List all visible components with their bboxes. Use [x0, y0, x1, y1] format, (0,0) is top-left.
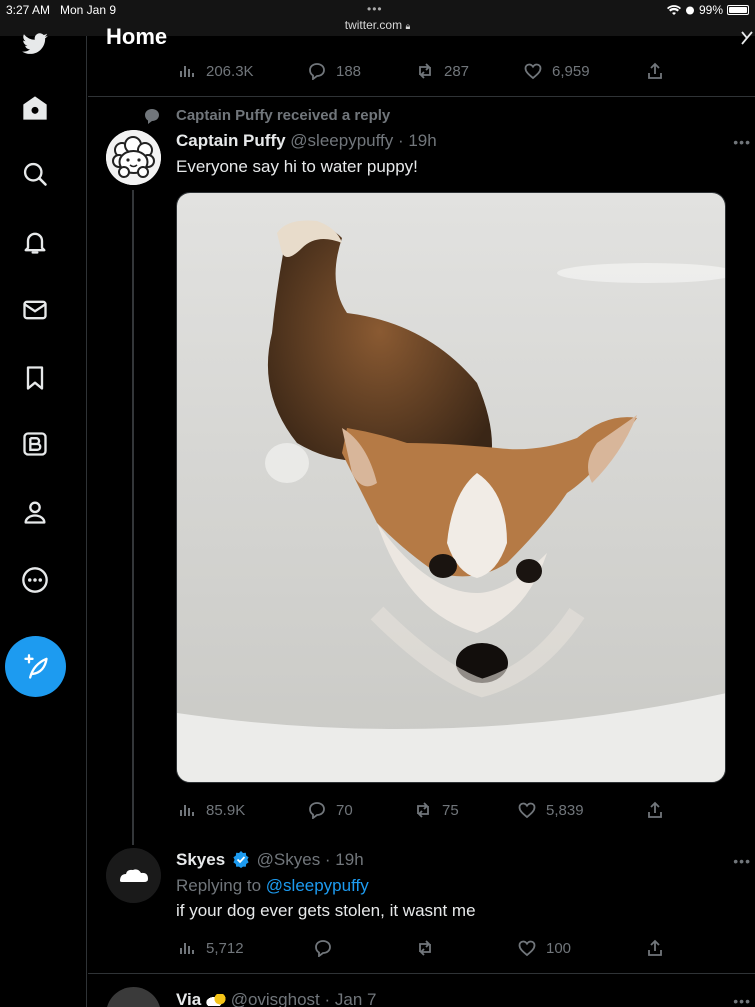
views-count: 5,712 [206, 939, 244, 957]
retweet-button[interactable]: 75 [414, 801, 459, 819]
like-count: 6,959 [552, 62, 590, 80]
retweet-count: 287 [444, 62, 470, 80]
corgi-in-bathtub-image [177, 193, 725, 782]
retweet-button[interactable] [416, 939, 434, 957]
reply-context-icon [145, 109, 159, 124]
reply-count: 188 [336, 62, 362, 80]
tweet-photo[interactable] [176, 192, 726, 783]
cloud-sun-emoji-icon [205, 994, 226, 1006]
retweet-icon [419, 940, 431, 956]
share-button[interactable] [646, 939, 664, 957]
twitter-logo-icon[interactable] [17, 26, 53, 62]
thread-connector [132, 190, 134, 845]
retweet-icon [419, 63, 431, 79]
home-icon[interactable] [17, 90, 53, 126]
retweet-count: 75 [442, 801, 459, 819]
status-date: Mon Jan 9 [60, 3, 117, 17]
display-name[interactable]: Skyes [176, 850, 225, 869]
lock-icon: 🔒︎ [405, 21, 411, 31]
heart-icon [518, 940, 536, 957]
notifications-bell-icon[interactable] [17, 224, 53, 260]
tweet-actions: 85.9K 70 75 5,839 [0, 801, 755, 821]
share-icon [648, 801, 662, 818]
browser-more-icon[interactable]: ••• [367, 2, 383, 16]
avatar[interactable] [106, 848, 161, 903]
sidebar [0, 33, 87, 1007]
alarm-icon [685, 6, 694, 15]
like-button[interactable]: 5,839 [518, 801, 584, 819]
handle-and-time[interactable]: @sleepypuffy · 19h [290, 131, 436, 150]
battery-percent: 99% [698, 3, 723, 17]
avatar[interactable] [106, 130, 161, 185]
replying-to-label: Replying to [176, 876, 266, 895]
battery-icon [727, 5, 749, 15]
search-icon[interactable] [17, 156, 53, 192]
sheep-avatar-icon [106, 130, 161, 185]
tweet-header: Via @ovisghost · Jan 7 [176, 990, 376, 1007]
views-chart-icon [180, 66, 194, 77]
reply-bubble-icon [309, 63, 325, 80]
compose-tweet-button[interactable] [5, 636, 66, 697]
handle-and-time[interactable]: @ovisghost · Jan 7 [231, 990, 377, 1007]
bookmark-icon[interactable] [17, 360, 53, 396]
tweet-actions: 5,712 100 [0, 939, 755, 959]
prev-tweet-actions: 206.3K 188 287 6,959 [0, 62, 755, 82]
divider [88, 973, 755, 974]
views-button[interactable]: 5,712 [178, 939, 244, 957]
sparkle-icon[interactable] [739, 30, 755, 46]
heart-icon [518, 802, 536, 819]
share-icon [648, 62, 662, 79]
url-text: twitter.com [344, 18, 403, 32]
more-icon[interactable]: ••• [733, 853, 751, 869]
profile-icon[interactable] [17, 494, 53, 530]
social-context[interactable]: Captain Puffy received a reply [176, 107, 390, 124]
wifi-icon [666, 4, 681, 15]
like-button[interactable]: 6,959 [524, 62, 590, 80]
share-button[interactable] [646, 62, 664, 80]
reply-bubble-icon [315, 940, 331, 957]
reply-button[interactable] [314, 939, 332, 957]
retweet-icon [417, 802, 429, 818]
more-icon[interactable]: ••• [733, 993, 751, 1007]
replying-to: Replying to @sleepypuffy [176, 876, 369, 896]
views-chart-icon [180, 805, 194, 816]
reply-button[interactable]: 188 [308, 62, 361, 80]
tweet-header: Captain Puffy @sleepypuffy · 19h [176, 131, 437, 151]
like-count: 100 [546, 939, 572, 957]
more-icon[interactable]: ••• [733, 134, 751, 150]
page-title: Home [106, 24, 168, 49]
feather-plus-icon [23, 653, 48, 679]
tweet-header: Skyes @Skyes · 19h [176, 850, 364, 870]
tweet-text: if your dog ever gets stolen, it wasnt m… [176, 901, 476, 920]
views-button[interactable]: 206.3K [178, 62, 254, 80]
replying-to-handle-link[interactable]: @sleepypuffy [266, 876, 369, 895]
twitter-blue-icon[interactable] [17, 426, 53, 462]
heart-icon [524, 63, 542, 80]
views-chart-icon [180, 943, 194, 954]
status-time: 3:27 AM [6, 3, 51, 17]
messages-envelope-icon[interactable] [17, 292, 53, 328]
display-name[interactable]: Captain Puffy [176, 131, 286, 150]
divider [88, 96, 755, 97]
share-button[interactable] [646, 801, 664, 819]
cloud-avatar-icon [106, 848, 161, 903]
tweet-text: Everyone say hi to water puppy! [176, 157, 418, 176]
more-options-icon[interactable] [17, 562, 53, 598]
status-indicators: 99% [666, 3, 749, 17]
display-name[interactable]: Via [176, 990, 201, 1007]
views-button[interactable]: 85.9K [178, 801, 245, 819]
retweet-button[interactable]: 287 [416, 62, 469, 80]
reply-bubble-icon [309, 802, 325, 819]
verified-badge-icon [233, 851, 249, 868]
like-count: 5,839 [546, 801, 584, 819]
views-count: 85.9K [206, 801, 246, 819]
share-icon [648, 939, 662, 956]
like-button[interactable]: 100 [518, 939, 571, 957]
handle-and-time[interactable]: @Skyes · 19h [257, 850, 364, 869]
reply-count: 70 [336, 801, 353, 819]
views-count: 206.3K [206, 62, 254, 80]
reply-button[interactable]: 70 [308, 801, 353, 819]
